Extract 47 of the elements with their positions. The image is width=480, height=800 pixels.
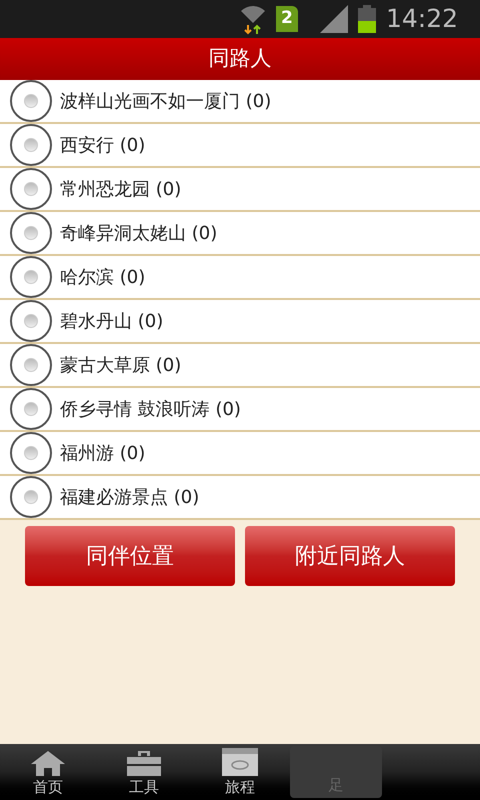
action-button[interactable]: 同伴位置: [25, 526, 235, 586]
tab[interactable]: 工具: [96, 744, 192, 800]
house-icon: [30, 750, 66, 776]
radio-button[interactable]: [10, 300, 52, 342]
clock: 14:22: [386, 3, 458, 36]
calendar-icon: [222, 748, 258, 776]
route-row[interactable]: 蒙古大草原 (0): [0, 344, 480, 388]
route-label: 西安行 (0): [60, 134, 146, 158]
radio-button[interactable]: [10, 80, 52, 122]
route-row[interactable]: 哈尔滨 (0): [0, 256, 480, 300]
signal-icon: [320, 5, 348, 33]
tab-label: 首页: [33, 776, 63, 798]
tab-label: 旅程: [225, 776, 255, 798]
route-row[interactable]: 福建必游景点 (0): [0, 476, 480, 520]
route-row[interactable]: 奇峰异洞太姥山 (0): [0, 212, 480, 256]
route-label: 蒙古大草原 (0): [60, 354, 182, 378]
route-row[interactable]: 常州恐龙园 (0): [0, 168, 480, 212]
route-row[interactable]: 西安行 (0): [0, 124, 480, 168]
radio-button[interactable]: [10, 212, 52, 254]
radio-button[interactable]: [10, 344, 52, 386]
route-row[interactable]: 福州游 (0): [0, 432, 480, 476]
tab[interactable]: 首页: [0, 744, 96, 800]
route-label: 波样山光画不如一厦门 (0): [60, 90, 272, 114]
route-label: 福州游 (0): [60, 442, 146, 466]
route-label: 哈尔滨 (0): [60, 266, 146, 290]
radio-button[interactable]: [10, 256, 52, 298]
route-label: 奇峰异洞太姥山 (0): [60, 222, 218, 246]
tab-label: 工具: [129, 776, 159, 798]
radio-button[interactable]: [10, 388, 52, 430]
route-label: 碧水丹山 (0): [60, 310, 164, 334]
tab[interactable]: 旅程: [192, 744, 288, 800]
route-label: 福建必游景点 (0): [60, 486, 200, 510]
screen-title: 同路人: [208, 45, 272, 72]
route-row[interactable]: 碧水丹山 (0): [0, 300, 480, 344]
action-button[interactable]: 附近同路人: [245, 526, 455, 586]
radio-button[interactable]: [10, 168, 52, 210]
radio-button[interactable]: [10, 476, 52, 518]
wifi-icon: [240, 3, 266, 35]
route-label: 常州恐龙园 (0): [60, 178, 182, 202]
radio-button[interactable]: [10, 432, 52, 474]
route-row[interactable]: 侨乡寻情 鼓浪听涛 (0): [0, 388, 480, 432]
route-label: 侨乡寻情 鼓浪听涛 (0): [60, 398, 241, 422]
route-row[interactable]: 波样山光画不如一厦门 (0): [0, 80, 480, 124]
sim-badge: 2: [276, 6, 298, 32]
radio-button[interactable]: [10, 124, 52, 166]
battery-icon: [358, 5, 376, 33]
toolbox-icon: [127, 750, 161, 776]
